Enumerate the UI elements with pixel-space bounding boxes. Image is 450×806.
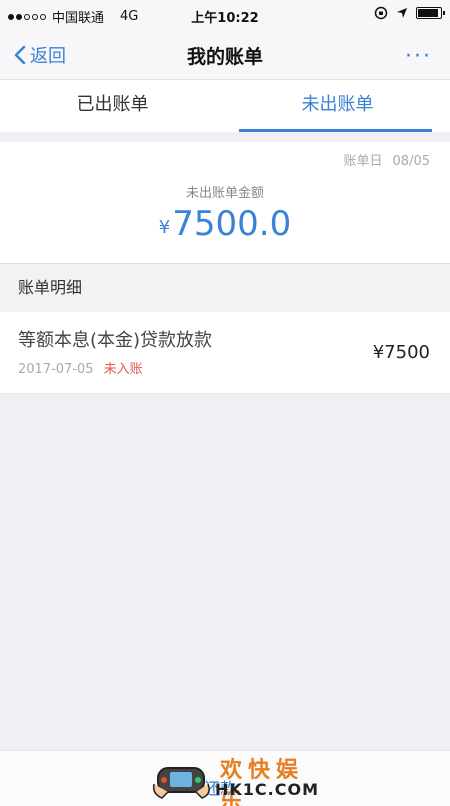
- currency-symbol: ¥: [158, 217, 171, 238]
- game-controller-icon: [152, 767, 210, 799]
- orientation-lock-icon: [374, 6, 388, 20]
- nav-bar: 返回 我的账单 ···: [0, 30, 450, 80]
- list-item[interactable]: 等额本息(本金)贷款放款 2017-07-05 未入账 ¥7500: [0, 312, 450, 394]
- watermark-logo: 欢快娱乐 HK1C.COM: [150, 752, 320, 806]
- back-label: 返回: [30, 46, 66, 67]
- item-date: 2017-07-05: [18, 362, 94, 377]
- tab-unbilled[interactable]: 未出账单: [225, 80, 450, 132]
- details-section-header: 账单明细: [0, 264, 450, 312]
- status-right: [374, 6, 445, 20]
- more-options-icon[interactable]: ···: [405, 44, 432, 69]
- status-bar: 中国联通 4G 上午10:22: [0, 0, 450, 30]
- bill-date: 账单日 08/05: [344, 150, 430, 169]
- unbilled-amount: ¥7500.0: [0, 204, 450, 244]
- battery-icon: [416, 7, 445, 19]
- watermark-sub: HK1C.COM: [215, 780, 320, 799]
- back-button[interactable]: 返回: [14, 42, 66, 68]
- item-meta: 2017-07-05 未入账: [18, 358, 143, 377]
- item-status: 未入账: [103, 362, 143, 377]
- tab-billed[interactable]: 已出账单: [0, 80, 225, 132]
- item-amount: ¥7500: [372, 342, 430, 363]
- bill-date-label: 账单日: [343, 154, 383, 169]
- chevron-left-icon: [14, 45, 26, 65]
- item-title: 等额本息(本金)贷款放款: [18, 330, 213, 351]
- amount-value: 7500.0: [172, 204, 292, 244]
- page-title: 我的账单: [186, 46, 263, 68]
- bill-date-value: 08/05: [392, 154, 430, 169]
- location-icon: [397, 8, 407, 18]
- bill-summary: 账单日 08/05 未出账单金额 ¥7500.0: [0, 142, 450, 264]
- bill-tabs: 已出账单 未出账单: [0, 80, 450, 132]
- unbilled-amount-label: 未出账单金额: [185, 186, 264, 201]
